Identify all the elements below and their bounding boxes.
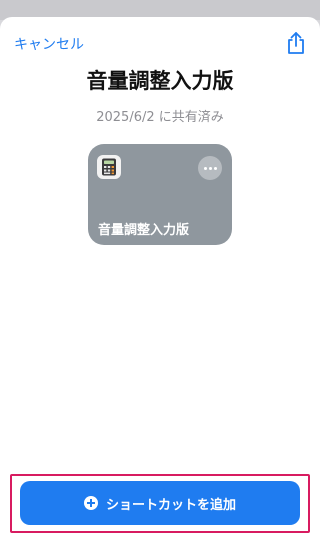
plus-circle-icon	[83, 496, 98, 510]
shortcut-card-label: 音量調整入力版	[98, 223, 190, 238]
more-options-button[interactable]	[198, 156, 222, 180]
add-shortcut-button[interactable]: ショートカットを追加	[20, 481, 300, 525]
share-icon	[288, 32, 304, 54]
shortcut-card[interactable]: 音量調整入力版	[88, 144, 232, 245]
calculator-icon	[97, 155, 121, 179]
shortcut-sheet: キャンセル 音量調整入力版 2025/6/2 に共有済み 音量調整入力版 ショー…	[0, 17, 320, 552]
shared-date: 2025/6/2 に共有済み	[96, 110, 224, 125]
share-button[interactable]	[285, 31, 307, 55]
shortcut-title: 音量調整入力版	[86, 69, 234, 93]
cancel-button[interactable]: キャンセル	[14, 34, 84, 54]
more-icon	[203, 166, 207, 170]
add-shortcut-label: ショートカットを追加	[105, 497, 236, 513]
